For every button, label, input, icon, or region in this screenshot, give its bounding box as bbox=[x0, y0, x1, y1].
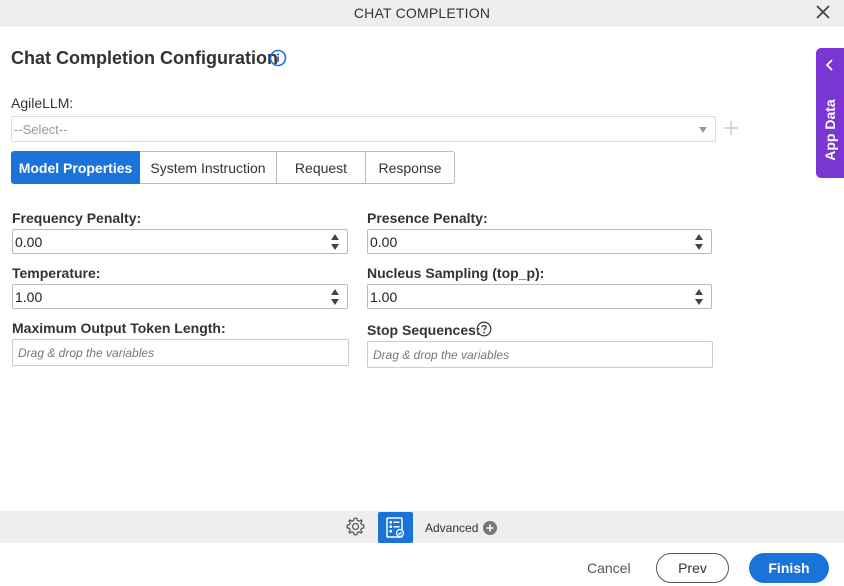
agile-llm-label: AgileLLM: bbox=[11, 95, 74, 111]
window-titlebar: CHAT COMPLETION bbox=[0, 0, 844, 26]
gear-icon[interactable] bbox=[345, 516, 366, 537]
temperature-input[interactable]: 1.00 bbox=[12, 284, 348, 309]
cancel-button[interactable]: Cancel bbox=[587, 560, 631, 576]
page-title: Chat Completion Configuration bbox=[11, 48, 278, 68]
help-icon[interactable] bbox=[476, 321, 492, 337]
prev-button[interactable]: Prev bbox=[656, 553, 729, 583]
finish-button[interactable]: Finish bbox=[749, 553, 829, 583]
plus-circle-icon[interactable] bbox=[483, 521, 497, 535]
stop-sequences-drop-field[interactable]: Drag & drop the variables bbox=[367, 341, 713, 368]
app-data-panel-toggle[interactable]: App Data bbox=[816, 48, 844, 178]
frequency-penalty-label: Frequency Penalty: bbox=[12, 210, 142, 226]
chevron-down-icon bbox=[699, 127, 707, 133]
plus-icon[interactable] bbox=[723, 120, 739, 136]
agile-llm-select[interactable]: --Select-- bbox=[11, 116, 716, 142]
form-sheet-icon bbox=[386, 517, 405, 538]
advanced-label[interactable]: Advanced bbox=[425, 521, 478, 535]
top-p-value: 1.00 bbox=[370, 289, 398, 305]
chevron-left-icon bbox=[825, 59, 833, 71]
app-data-label: App Data bbox=[822, 99, 838, 161]
temperature-value: 1.00 bbox=[15, 289, 43, 305]
info-icon[interactable] bbox=[269, 49, 287, 67]
tab-request[interactable]: Request bbox=[277, 151, 366, 184]
presence-penalty-input[interactable]: 0.00 bbox=[367, 229, 712, 254]
frequency-penalty-input[interactable]: 0.00 bbox=[12, 229, 348, 254]
tab-system-instruction[interactable]: System Instruction bbox=[140, 151, 277, 184]
presence-penalty-label: Presence Penalty: bbox=[367, 210, 488, 226]
frequency-penalty-value: 0.00 bbox=[15, 234, 43, 250]
max-tokens-label: Maximum Output Token Length: bbox=[12, 320, 226, 336]
spinner-arrows-icon[interactable] bbox=[331, 288, 339, 306]
stop-sequences-placeholder: Drag & drop the variables bbox=[373, 348, 510, 362]
spinner-arrows-icon[interactable] bbox=[695, 233, 703, 251]
footer-toolbar bbox=[0, 511, 844, 543]
config-tabs: Model Properties System Instruction Requ… bbox=[11, 151, 455, 184]
spinner-arrows-icon[interactable] bbox=[331, 233, 339, 251]
presence-penalty-value: 0.00 bbox=[370, 234, 398, 250]
window-title: CHAT COMPLETION bbox=[353, 5, 491, 21]
agile-llm-selected: --Select-- bbox=[14, 122, 68, 137]
tab-model-properties[interactable]: Model Properties bbox=[11, 151, 140, 184]
top-p-label: Nucleus Sampling (top_p): bbox=[367, 265, 545, 281]
advanced-properties-button[interactable] bbox=[378, 512, 413, 543]
close-icon[interactable] bbox=[814, 3, 832, 21]
temperature-label: Temperature: bbox=[12, 265, 101, 281]
spinner-arrows-icon[interactable] bbox=[695, 288, 703, 306]
tab-response[interactable]: Response bbox=[366, 151, 455, 184]
max-tokens-placeholder: Drag & drop the variables bbox=[18, 346, 155, 360]
top-p-input[interactable]: 1.00 bbox=[367, 284, 712, 309]
max-tokens-drop-field[interactable]: Drag & drop the variables bbox=[12, 339, 349, 366]
stop-sequences-label: Stop Sequences: bbox=[367, 322, 481, 338]
